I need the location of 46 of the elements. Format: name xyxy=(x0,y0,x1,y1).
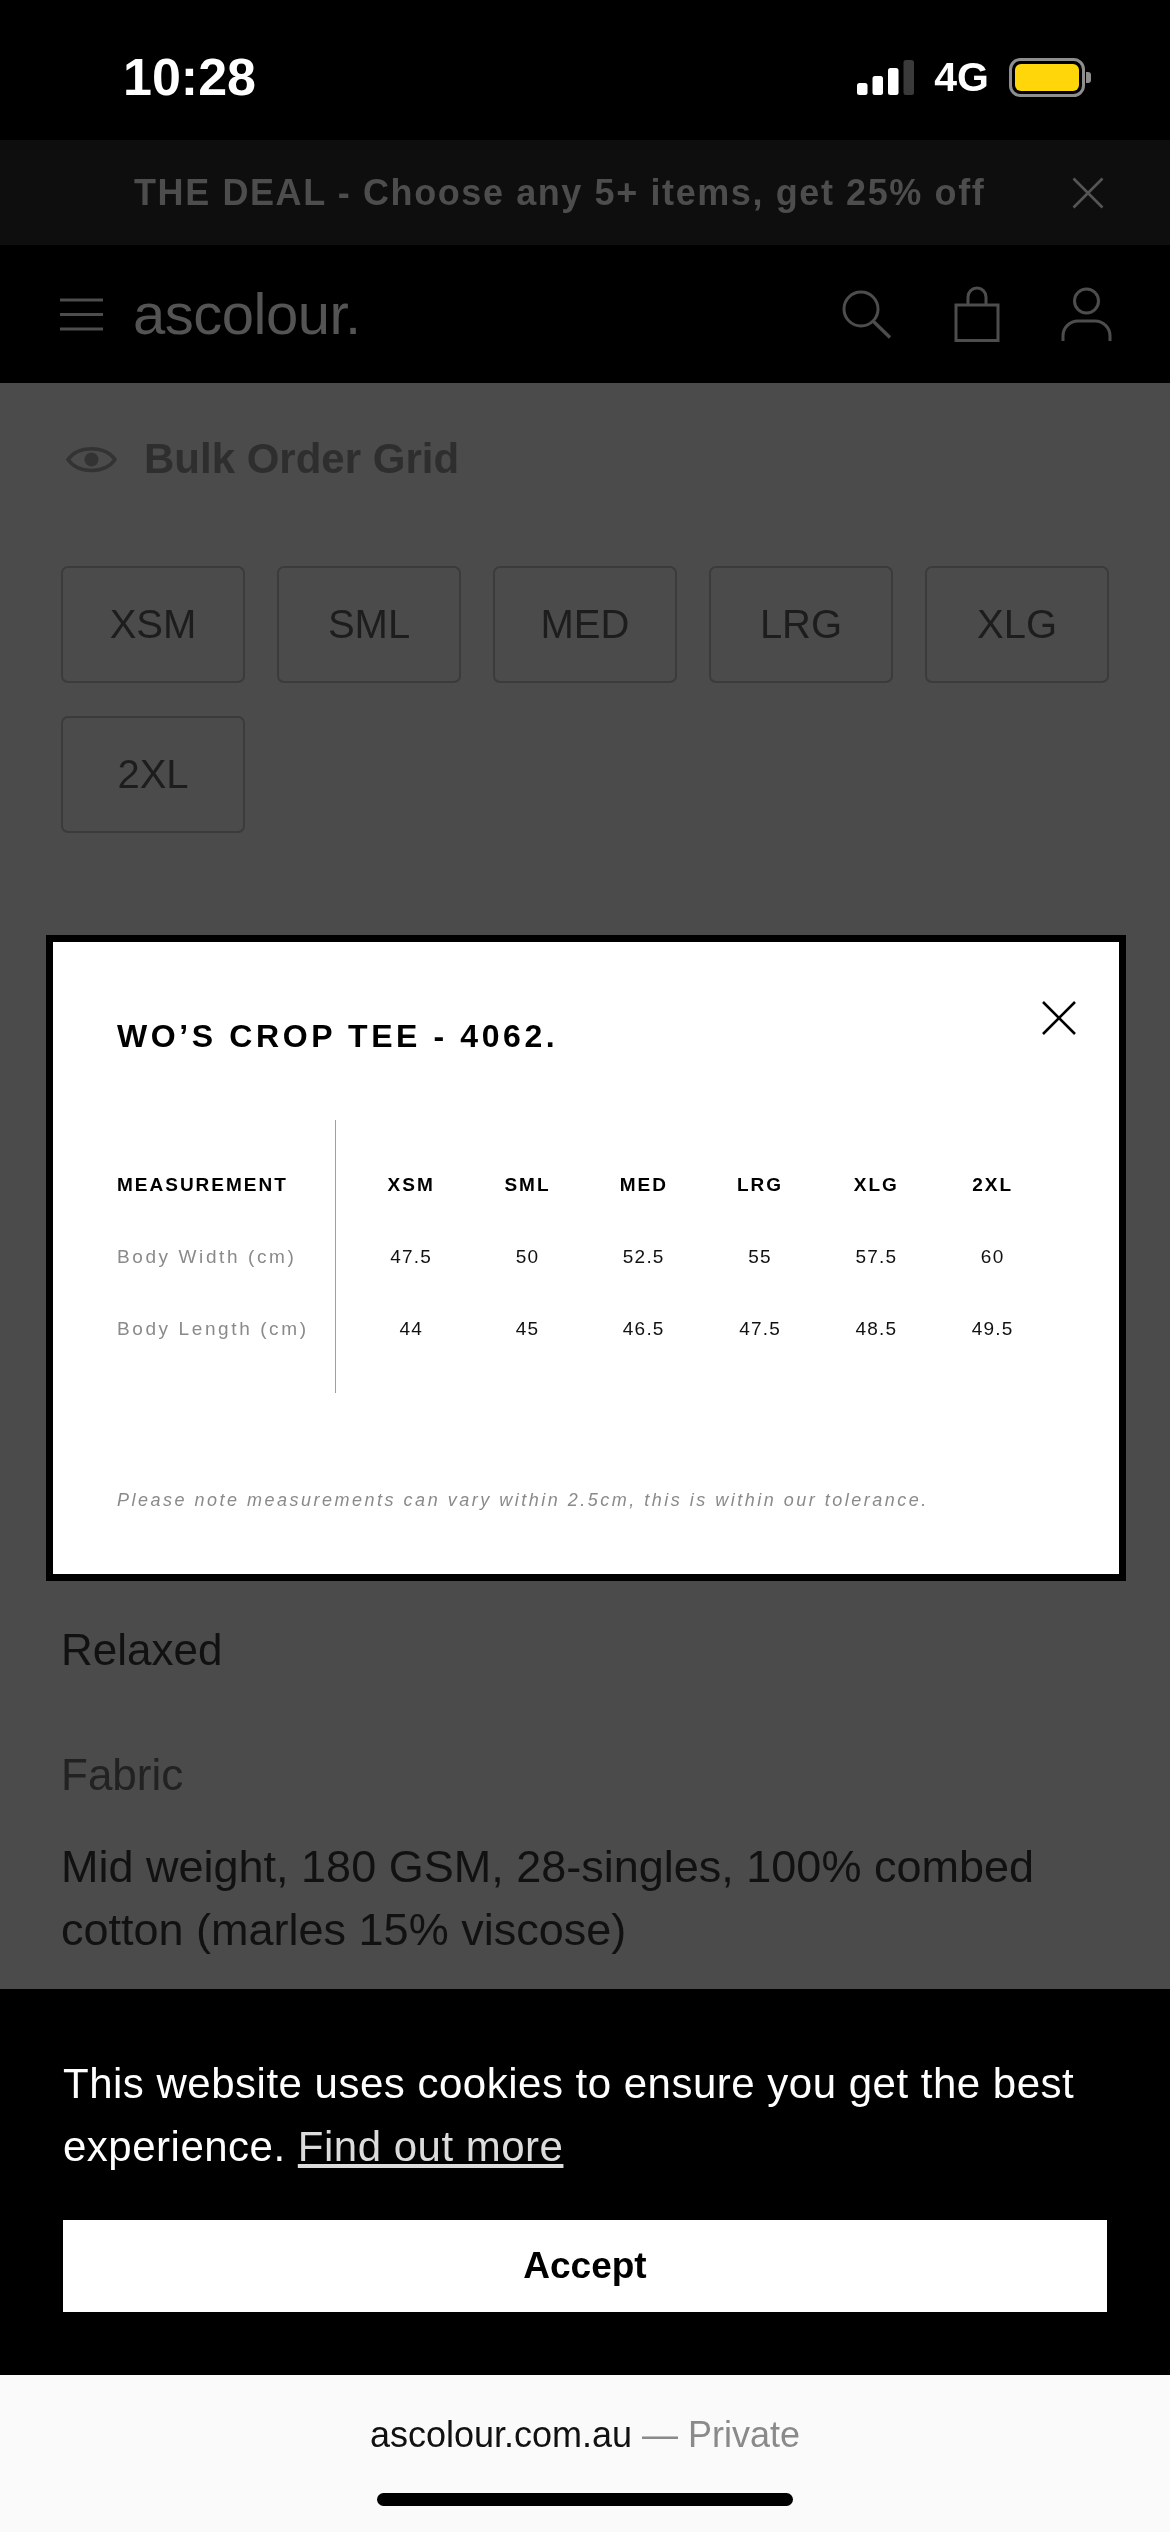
close-icon xyxy=(1072,176,1104,209)
account-button[interactable] xyxy=(1061,286,1112,342)
measurement-note: Please note measurements can vary within 2.5cm, this is within our tolerance. xyxy=(117,1489,930,1512)
logo[interactable]: ascolour. xyxy=(133,285,361,343)
column-header: MEASUREMENT xyxy=(117,1173,289,1197)
row-header: Body Length (cm) xyxy=(117,1317,310,1341)
section-text: Relaxed xyxy=(61,1624,224,1676)
table-cell-text: 44 xyxy=(398,1317,424,1341)
section-text: Mid weight, 180 GSM, 28-singles, 100% combed cotton (marles 15% viscose) xyxy=(61,1840,1035,1957)
search-icon xyxy=(841,289,892,339)
dialog-title: WO’S CROP TEE - 4062. xyxy=(117,1017,559,1055)
table-cell-text: 48.5 xyxy=(854,1317,899,1341)
column-header: 2XL xyxy=(971,1173,1015,1197)
menu-icon xyxy=(60,297,103,331)
battery-icon xyxy=(1009,57,1091,97)
find-out-more-link[interactable]: Find out more xyxy=(297,2123,564,2170)
table-cell-text: 55 xyxy=(747,1245,773,1269)
close-icon xyxy=(1042,1001,1076,1035)
column-header: LRG xyxy=(736,1173,785,1197)
cart-button[interactable] xyxy=(954,286,1000,342)
row-header: Body Width (cm) xyxy=(117,1245,298,1269)
search-button[interactable] xyxy=(841,289,892,339)
cookie-message: This website uses cookies to ensure you get the best experience. Find out more xyxy=(63,2059,1076,2172)
menu-button[interactable] xyxy=(60,297,103,331)
column-header: SML xyxy=(503,1173,552,1197)
bag-icon xyxy=(954,286,1000,342)
close-button[interactable] xyxy=(1042,1001,1076,1035)
promo-text: THE DEAL - Choose any 5+ items, get 25% off xyxy=(134,170,986,215)
table-cell-text: 60 xyxy=(979,1245,1006,1269)
accept-button[interactable]: Accept xyxy=(63,2220,1107,2312)
column-header: XSM xyxy=(386,1173,436,1197)
table-cell-text: 47.5 xyxy=(738,1317,782,1341)
table-cell-text: 45 xyxy=(514,1317,541,1341)
column-header: XLG xyxy=(852,1173,900,1197)
user-icon xyxy=(1061,286,1112,342)
table-cell-text: 57.5 xyxy=(854,1245,899,1269)
column-header: MED xyxy=(618,1173,669,1197)
table-cell-text: 47.5 xyxy=(389,1245,434,1269)
table-cell-text: 46.5 xyxy=(621,1317,666,1341)
network-label: 4G xyxy=(934,53,989,101)
address-bar[interactable]: ascolour.com.au — Private xyxy=(369,2413,801,2457)
table-cell-text: 49.5 xyxy=(970,1317,1015,1341)
signal-icon xyxy=(857,59,915,95)
table-cell-text: 50 xyxy=(514,1245,541,1269)
table-cell-text: 52.5 xyxy=(621,1245,666,1269)
status-time: 10:28 xyxy=(123,47,256,107)
